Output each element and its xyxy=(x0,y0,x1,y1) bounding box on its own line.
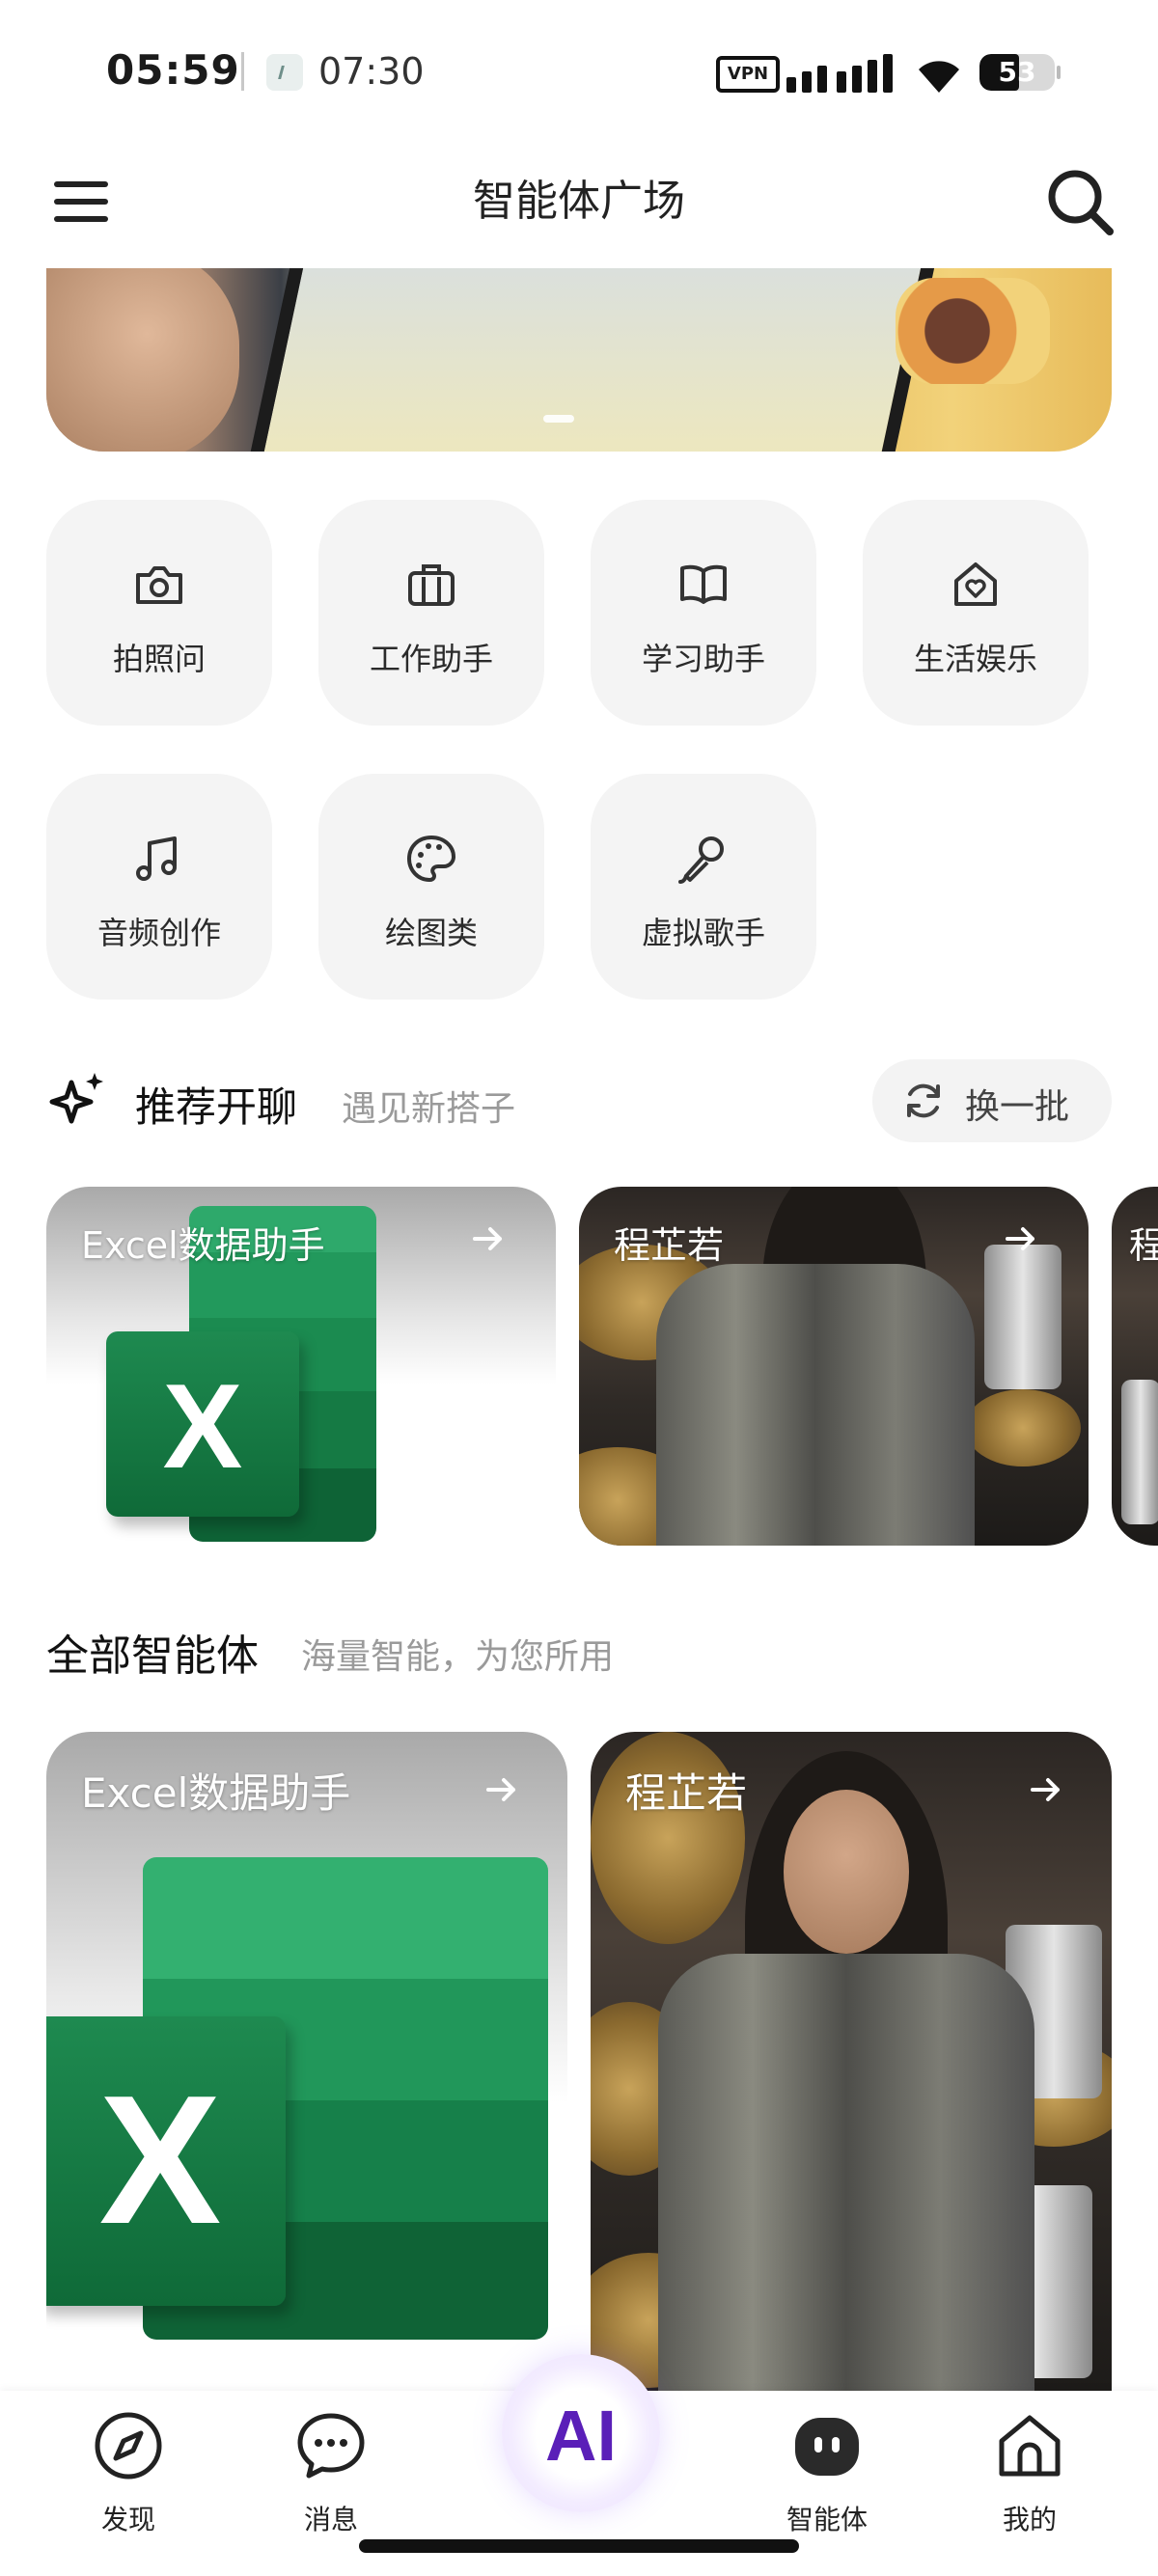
category-label: 音频创作 xyxy=(96,915,221,951)
recommend-card-cheng-zhiruo[interactable]: 程芷若 xyxy=(579,1187,1089,1546)
briefcase-icon xyxy=(408,564,455,606)
arrow-right-icon xyxy=(486,1778,515,1801)
battery-icon: 53 xyxy=(979,54,1055,91)
agent-card-excel[interactable]: X Excel数据助手 xyxy=(46,1732,567,2407)
home-icon xyxy=(999,2415,1061,2477)
recommend-header: 推荐开聊 遇见新搭子 换一批 xyxy=(46,1059,1112,1142)
category-label: 工作助手 xyxy=(369,641,493,677)
category-label: 生活娱乐 xyxy=(913,641,1037,677)
category-label: 学习助手 xyxy=(641,641,765,677)
music-note-icon xyxy=(136,836,177,881)
category-drawing[interactable]: 绘图类 xyxy=(318,774,544,1000)
card-title: Excel数据助手 xyxy=(81,1224,325,1267)
nav-label: 我的 xyxy=(1002,2504,1057,2535)
sparkle-icon xyxy=(49,1073,103,1124)
category-virtual-singer[interactable]: 虚拟歌手 xyxy=(591,774,816,1000)
banner-food-image xyxy=(896,278,1050,384)
arrow-right-icon xyxy=(473,1227,502,1250)
arrow-right-icon xyxy=(1006,1227,1034,1250)
ai-center-button[interactable]: AI xyxy=(502,2354,660,2512)
banner-phone-image xyxy=(238,268,943,452)
app-notification-icon xyxy=(266,54,303,91)
wifi-icon xyxy=(919,61,959,93)
nav-label: 发现 xyxy=(100,2504,155,2535)
nav-label: 智能体 xyxy=(786,2504,868,2535)
category-photo-ask[interactable]: 拍照问 xyxy=(46,500,272,726)
all-agents-title: 全部智能体 xyxy=(46,1631,259,1681)
camera-icon xyxy=(136,566,182,604)
refresh-label: 换一批 xyxy=(965,1087,1070,1127)
top-app-bar: 智能体广场 xyxy=(0,145,1158,260)
banner-page-indicator xyxy=(543,415,574,423)
promo-banner[interactable] xyxy=(46,268,1112,452)
card-title: 程芷若 xyxy=(614,1224,725,1267)
nav-label: 消息 xyxy=(303,2504,358,2535)
book-icon xyxy=(680,564,727,604)
arrow-right-icon xyxy=(1031,1778,1060,1801)
battery-level: 53 xyxy=(998,56,1036,88)
category-label: 拍照问 xyxy=(112,641,206,677)
category-life-entertainment[interactable]: 生活娱乐 xyxy=(863,500,1089,726)
refresh-batch-button[interactable]: 换一批 xyxy=(872,1059,1112,1142)
recommend-card-excel[interactable]: X Excel数据助手 xyxy=(46,1187,556,1546)
status-secondary-time: 07:30 xyxy=(318,50,425,93)
ai-button-label: AI xyxy=(545,2396,617,2476)
nav-me[interactable]: 我的 xyxy=(957,2410,1102,2545)
nav-messages[interactable]: 消息 xyxy=(259,2410,403,2545)
card-title: 程芷若 xyxy=(625,1769,748,1817)
banner-hand-image xyxy=(46,268,239,452)
nav-agents[interactable]: 智能体 xyxy=(755,2410,899,2545)
nav-discover[interactable]: 发现 xyxy=(56,2410,201,2545)
all-agents-subtitle: 海量智能，为您所用 xyxy=(301,1637,615,1677)
recommend-card-partial[interactable]: 程 xyxy=(1112,1187,1158,1546)
category-label: 虚拟歌手 xyxy=(641,915,765,951)
category-study-assistant[interactable]: 学习助手 xyxy=(591,500,816,726)
recommend-title: 推荐开聊 xyxy=(135,1083,298,1131)
category-work-assistant[interactable]: 工作助手 xyxy=(318,500,544,726)
microphone-icon xyxy=(678,836,724,884)
signal-icon xyxy=(786,54,897,93)
agent-card-cheng-zhiruo[interactable]: 程芷若 xyxy=(591,1732,1112,2407)
card-title: Excel数据助手 xyxy=(81,1769,351,1817)
compass-icon xyxy=(95,2412,162,2480)
excel-logo-icon: X xyxy=(46,1857,548,2398)
category-audio-creation[interactable]: 音频创作 xyxy=(46,774,272,1000)
chat-bubble-icon xyxy=(297,2413,365,2479)
status-separator xyxy=(241,52,244,91)
recommend-subtitle: 遇见新搭子 xyxy=(342,1089,516,1129)
refresh-icon xyxy=(907,1083,940,1118)
vpn-icon: VPN xyxy=(716,56,780,93)
status-bar: 05:59 07:30 VPN 53 xyxy=(0,0,1158,145)
battery-tip xyxy=(1057,66,1061,79)
search-icon[interactable] xyxy=(1042,164,1119,241)
status-time: 05:59 xyxy=(106,46,240,94)
home-heart-icon xyxy=(954,562,997,606)
card-title: 程 xyxy=(1129,1224,1158,1267)
palette-icon xyxy=(406,835,456,883)
page-title: 智能体广场 xyxy=(473,177,685,226)
home-indicator[interactable] xyxy=(359,2539,799,2553)
category-label: 绘图类 xyxy=(384,915,478,951)
agent-icon xyxy=(795,2418,859,2476)
